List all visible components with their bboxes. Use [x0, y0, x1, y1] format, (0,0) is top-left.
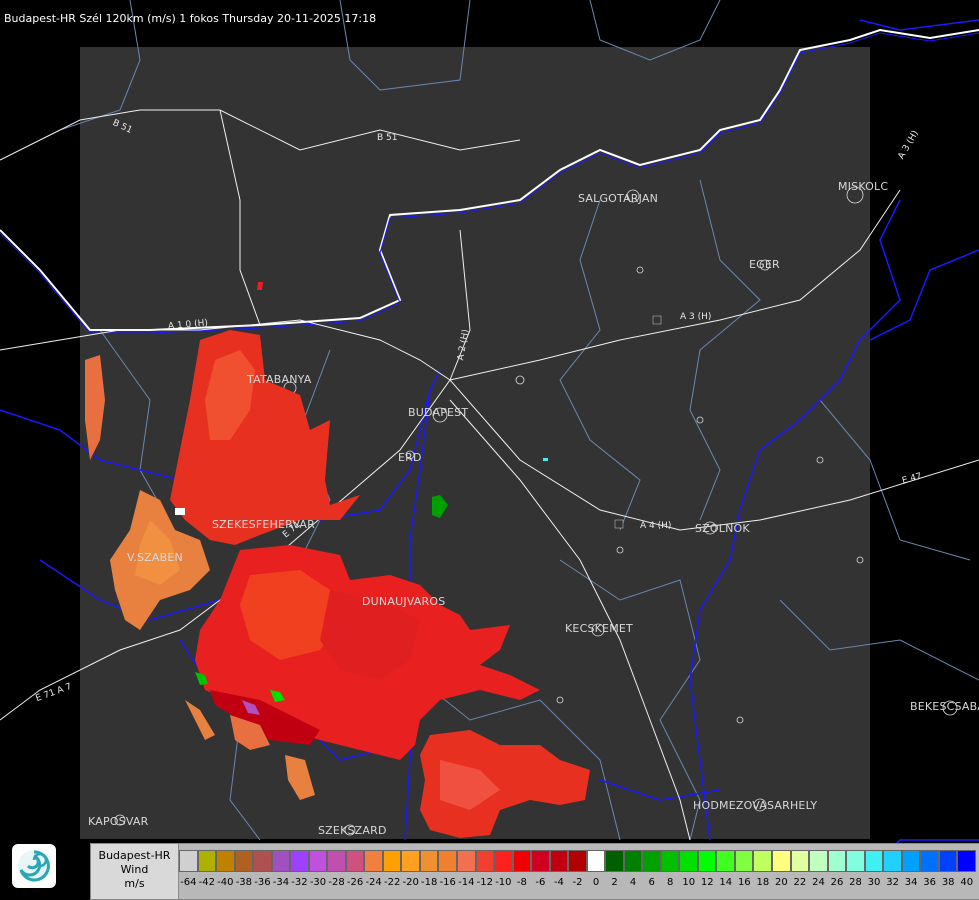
legend-swatch [419, 850, 439, 872]
legend-ticks: -64 -42 -40 -38 -36 -34 -32 -30 -28 -26 -24 -22 -20-… [179, 877, 979, 891]
legend-swatch [660, 850, 680, 872]
legend-swatch [345, 850, 365, 872]
road-label: A 4 (H) [640, 521, 672, 531]
legend-swatch [697, 850, 717, 872]
map-title: Budapest-HR Szél 120km (m/s) 1 fokos Thu… [4, 12, 377, 25]
legend-swatch [382, 850, 402, 872]
legend-swatch [179, 850, 198, 872]
legend-swatch [308, 850, 328, 872]
legend-swatch [234, 850, 254, 872]
legend-swatch [568, 850, 587, 872]
legend-swatch [438, 850, 457, 872]
legend-swatch [920, 850, 939, 872]
legend-swatch [605, 850, 624, 872]
legend-radar-name: Budapest-HR [98, 849, 171, 862]
place-label: V.SZABEN [127, 551, 183, 564]
legend-swatch [327, 850, 346, 872]
legend-swatch [883, 850, 902, 872]
legend-title: Budapest-HR Wind m/s [91, 844, 179, 899]
legend-swatch [290, 850, 309, 872]
legend-swatch [512, 850, 532, 872]
legend-swatch [809, 850, 828, 872]
legend-swatch [216, 850, 235, 872]
place-label: DUNAUJVAROS [362, 595, 446, 608]
legend-swatch [901, 850, 921, 872]
place-label: HODMEZOVASARHELY [693, 799, 818, 812]
radar-map [0, 0, 979, 881]
legend-unit: m/s [124, 877, 145, 890]
legend-swatch [401, 850, 420, 872]
legend-swatch [679, 850, 698, 872]
legend-swatch [549, 850, 569, 872]
legend-swatch [586, 850, 606, 872]
legend-swatch [456, 850, 476, 872]
legend-swatch [531, 850, 550, 872]
place-label: ERD [398, 451, 422, 464]
legend-swatch [197, 850, 217, 872]
color-legend: Budapest-HR Wind m/s -64 -42 -40 -38 -36 -34-… [90, 843, 979, 900]
legend-swatch [957, 850, 976, 872]
legend-swatch [846, 850, 865, 872]
place-label: KAPOSVAR [88, 815, 149, 828]
legend-swatch [772, 850, 791, 872]
legend-swatch [642, 850, 661, 872]
legend-swatch [864, 850, 884, 872]
legend-swatch [253, 850, 272, 872]
omsz-logo [12, 844, 56, 888]
legend-swatch [475, 850, 495, 872]
legend-tick: 42 [970, 877, 979, 888]
place-label: SALGOTARJAN [578, 192, 659, 205]
place-label: SZOLNOK [695, 522, 750, 535]
swirl-icon [18, 850, 50, 882]
place-label: BEKESCSABA [910, 700, 979, 713]
legend-swatch [734, 850, 754, 872]
place-label: EGER [749, 258, 780, 271]
road-label: B 51 [377, 133, 398, 143]
legend-quantity: Wind [120, 863, 149, 876]
place-label: TATABANYA [247, 373, 312, 386]
road-label: A 3 (H) [680, 312, 712, 322]
legend-swatch [790, 850, 810, 872]
place-label: SZEKSZARD [318, 824, 387, 837]
place-label: MISKOLC [838, 180, 889, 193]
legend-swatch [716, 850, 735, 872]
legend-swatch [938, 850, 958, 872]
legend-swatch [827, 850, 847, 872]
legend-swatch [623, 850, 643, 872]
legend-swatch [494, 850, 513, 872]
legend-swatch [271, 850, 291, 872]
legend-swatches [179, 850, 976, 872]
place-label: BUDAPEST [408, 406, 469, 419]
legend-swatch [753, 850, 772, 872]
legend-swatch [364, 850, 383, 872]
place-label: KECSKEMET [565, 622, 633, 635]
